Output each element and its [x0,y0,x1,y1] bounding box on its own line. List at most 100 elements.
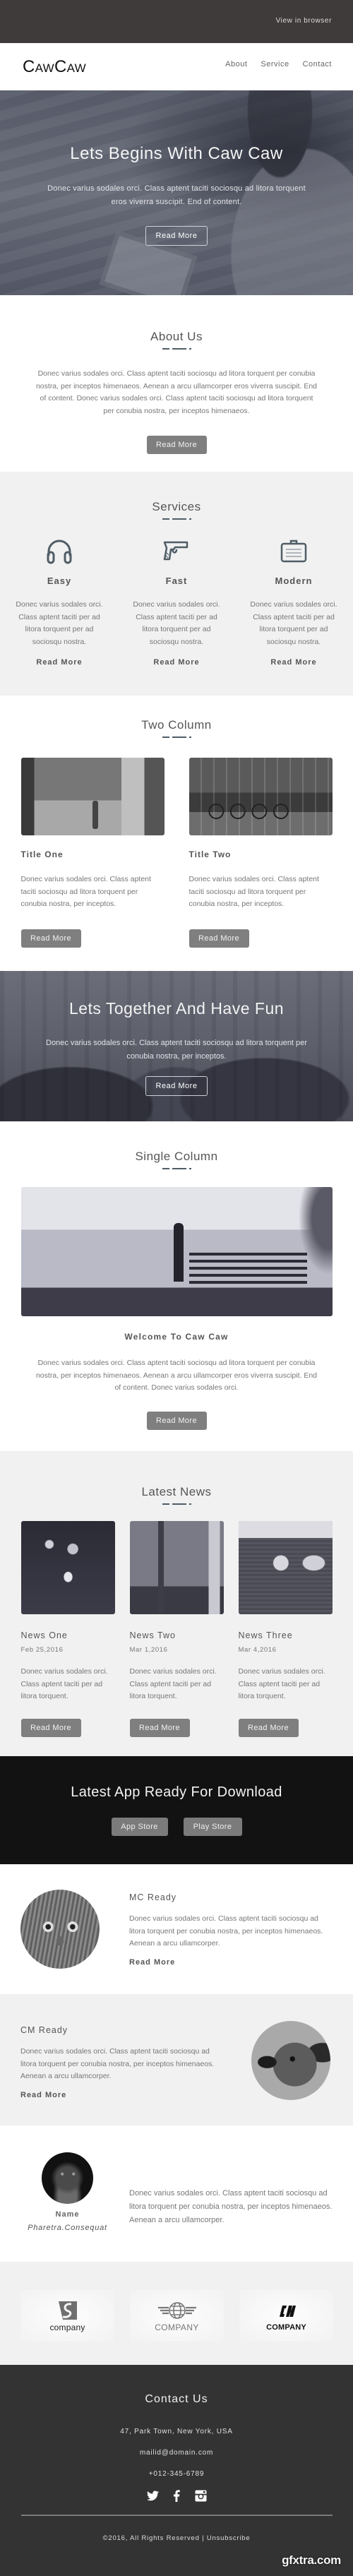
service-item-modern: Modern Donec varius sodales orci. Class … [248,537,340,668]
partner-logo-card[interactable]: company [20,2289,114,2342]
feature-read-more-link[interactable]: Read More [129,1958,175,1967]
column-text: Donec varius sodales orci. Class aptent … [189,875,319,908]
twitter-icon[interactable] [146,2490,159,2502]
view-in-browser-link[interactable]: View in browser [276,17,332,25]
news-card: News Three Mar 4,2016 Donec varius sodal… [238,1521,333,1737]
brand-logo[interactable]: CawCaw [23,57,86,77]
feature-read-more-link[interactable]: Read More [20,2091,66,2099]
service-read-more-link[interactable]: Read More [270,658,316,667]
news-item-title: News Two [129,1630,176,1640]
cat-photo [20,1890,100,1969]
services-title: Services [152,500,201,513]
cn-monogram-logo-icon [277,2300,297,2322]
column-title: Title One [20,849,64,859]
bicycle-wall-photo [129,1521,224,1614]
news-item-title: News One [20,1630,68,1640]
service-read-more-link[interactable]: Read More [36,658,82,667]
footer: Contact Us 47, Park Town, New York, USA … [0,2365,353,2576]
about-section: About Us Donec varius sodales orci. Clas… [0,295,353,472]
partner-logo-card[interactable]: COMPANY [130,2289,224,2342]
facebook-icon[interactable] [171,2490,183,2502]
copyright-text: ©2016, All Rights Reserved | [102,2534,207,2542]
news-title: Latest News [141,1485,212,1498]
service-text: Donec varius sodales orci. Class aptent … [133,600,220,646]
bicycles-photo [189,758,333,835]
header: CawCaw About Service Contact [0,43,353,90]
title-divider [0,1503,353,1505]
app-store-button[interactable]: App Store [111,1818,168,1836]
service-text: Donec varius sodales orci. Class aptent … [16,600,103,646]
single-column-title: Single Column [135,1150,218,1163]
testimonial-role: Pharetra.Consequat [28,2224,107,2232]
title-divider [0,348,353,350]
service-title: Easy [47,576,72,586]
news-date: Mar 1,2016 [129,1646,168,1654]
about-read-more-button[interactable]: Read More [146,436,207,454]
news-date: Mar 4,2016 [238,1646,277,1654]
testimonial-section: Name Pharetra.Consequat Donec varius sod… [0,2125,353,2262]
feature-cm-ready: CM Ready Donec varius sodales orci. Clas… [0,1994,353,2125]
nav-service[interactable]: Service [261,60,289,68]
umbrellas-photo [238,1521,333,1614]
instagram-icon[interactable] [194,2490,207,2502]
single-column-section: Single Column Welcome To Caw Caw Donec v… [0,1121,353,1451]
news-card: News One Feb 25,2016 Donec varius sodale… [20,1521,115,1737]
services-section: Services Easy Donec varius sodales orci.… [0,472,353,696]
testimonial-name: Name [55,2210,80,2219]
service-title: Modern [275,576,313,586]
column-read-more-button[interactable]: Read More [189,929,249,948]
title-divider [0,518,353,520]
news-text: Donec varius sodales orci. Class aptent … [238,1667,325,1700]
news-read-more-button[interactable]: Read More [129,1718,190,1737]
title-divider [0,737,353,738]
partner-logos: company COMPANY COMPANY [0,2262,353,2365]
feature-title: CM Ready [20,2025,68,2035]
fun-read-more-button[interactable]: Read More [145,1076,208,1096]
footer-divider [20,2515,333,2516]
hero-read-more-button[interactable]: Read More [145,226,208,246]
news-read-more-button[interactable]: Read More [238,1718,299,1737]
news-read-more-button[interactable]: Read More [20,1718,81,1737]
nav-about[interactable]: About [225,60,247,68]
footer-phone[interactable]: +012-345-6789 [0,2470,353,2478]
partner-logo-card[interactable]: COMPANY [239,2289,333,2342]
service-item-easy: Easy Donec varius sodales orci. Class ap… [13,537,105,668]
feature-mc-ready: MC Ready Donec varius sodales orci. Clas… [0,1864,353,1994]
fun-text: Donec varius sodales orci. Class aptent … [46,1039,307,1061]
column-card: Title One Donec varius sodales orci. Cla… [20,758,164,948]
avatar [42,2152,93,2204]
swan-logo-icon [57,2299,78,2322]
news-text: Donec varius sodales orci. Class aptent … [129,1667,217,1700]
alley-photo [20,758,164,835]
partner-logo-name: COMPANY [266,2322,306,2332]
headphones-icon [13,537,105,565]
play-store-button[interactable]: Play Store [183,1818,242,1836]
about-text: Donec varius sodales orci. Class aptent … [35,369,318,415]
two-column-title: Two Column [141,718,212,732]
footer-email[interactable]: mailid@domain.com [0,2449,353,2457]
title-divider [0,1168,353,1169]
two-column-section: Two Column Title One Donec varius sodale… [0,696,353,971]
column-card: Title Two Donec varius sodales orci. Cla… [189,758,333,948]
night-market-photo [20,1521,115,1614]
news-card: News Two Mar 1,2016 Donec varius sodales… [129,1521,224,1737]
news-text: Donec varius sodales orci. Class aptent … [20,1667,108,1700]
feature-text: Donec varius sodales orci. Class aptent … [20,2047,215,2080]
column-text: Donec varius sodales orci. Class aptent … [20,875,151,908]
nav-contact[interactable]: Contact [303,60,332,68]
service-read-more-link[interactable]: Read More [153,658,199,667]
hero-title: Lets Begins With Caw Caw [70,144,283,163]
top-bar: View in browser [0,0,353,43]
fun-title: Lets Together And Have Fun [68,999,285,1018]
news-item-title: News Three [238,1630,293,1640]
footer-title: Contact Us [145,2393,208,2405]
single-column-subtitle: Welcome To Caw Caw [124,1332,229,1342]
main-nav: About Service Contact [225,60,332,68]
testimonial-quote: Donec varius sodales orci. Class aptent … [129,2189,333,2224]
social-links [0,2490,353,2502]
partner-logo-name: COMPANY [155,2322,199,2332]
single-column-read-more-button[interactable]: Read More [146,1411,207,1430]
dog-photo [251,2021,330,2100]
unsubscribe-link[interactable]: Unsubscribe [207,2534,251,2542]
column-read-more-button[interactable]: Read More [20,929,81,948]
